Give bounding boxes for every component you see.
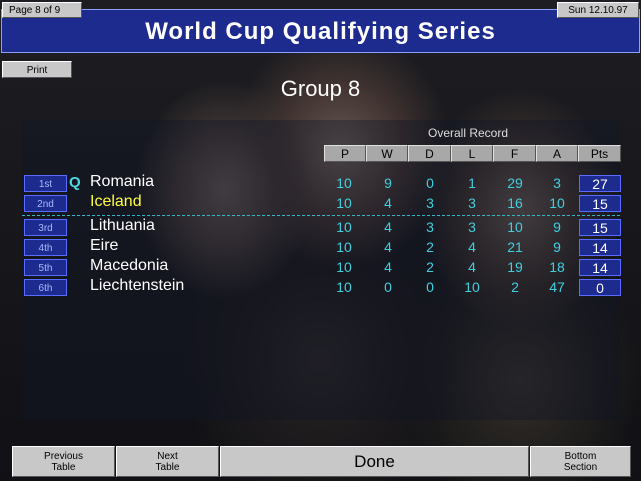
column-header-f: F: [493, 145, 536, 162]
stat-w: 4: [384, 195, 392, 211]
column-header-d: D: [408, 145, 451, 162]
stat-p: 10: [336, 219, 352, 235]
stat-p: 10: [336, 279, 352, 295]
position-badge[interactable]: 3rd: [24, 219, 67, 236]
stat-d: 3: [426, 219, 434, 235]
bottom-section-label-line1: Bottom: [564, 450, 597, 462]
stat-l: 1: [468, 175, 476, 191]
team-name[interactable]: Eire: [90, 237, 118, 255]
done-button[interactable]: Done: [220, 446, 529, 477]
page-title: World Cup Qualifying Series: [1, 9, 640, 53]
points-value: 14: [579, 239, 621, 256]
stat-w: 4: [384, 219, 392, 235]
points-value: 0: [579, 279, 621, 296]
stat-a: 9: [553, 239, 561, 255]
team-name[interactable]: Lithuania: [90, 217, 155, 235]
stat-a: 10: [549, 195, 565, 211]
stat-w: 9: [384, 175, 392, 191]
stat-w: 4: [384, 239, 392, 255]
next-table-button[interactable]: Next Table: [116, 446, 219, 477]
overall-record-caption: Overall Record: [428, 126, 509, 140]
stat-p: 10: [336, 195, 352, 211]
team-name[interactable]: Liechtenstein: [90, 277, 184, 295]
column-header-w: W: [366, 145, 408, 162]
group-title: Group 8: [280, 76, 361, 101]
column-header-a: A: [536, 145, 578, 162]
stat-f: 19: [507, 259, 523, 275]
team-name[interactable]: Iceland: [90, 193, 142, 211]
stat-a: 3: [553, 175, 561, 191]
position-badge[interactable]: 4th: [24, 239, 67, 256]
stat-a: 47: [549, 279, 565, 295]
qualified-marker: Q: [69, 174, 81, 191]
stat-a: 18: [549, 259, 565, 275]
stat-d: 3: [426, 195, 434, 211]
stat-f: 21: [507, 239, 523, 255]
stat-w: 4: [384, 259, 392, 275]
previous-table-label-line1: Previous: [44, 450, 83, 462]
column-header-pts: Pts: [578, 145, 621, 162]
stat-f: 10: [507, 219, 523, 235]
next-table-label-line1: Next: [157, 450, 178, 462]
bottom-section-button[interactable]: Bottom Section: [530, 446, 631, 477]
stat-p: 10: [336, 239, 352, 255]
column-header-l: L: [451, 145, 493, 162]
points-value: 15: [579, 195, 621, 212]
stat-w: 0: [384, 279, 392, 295]
stat-p: 10: [336, 259, 352, 275]
stat-l: 4: [468, 259, 476, 275]
position-badge[interactable]: 2nd: [24, 195, 67, 212]
stat-d: 0: [426, 175, 434, 191]
qualification-divider: [22, 215, 620, 216]
position-badge[interactable]: 5th: [24, 259, 67, 276]
date-display: Sun 12.10.97: [557, 2, 639, 18]
points-value: 27: [579, 175, 621, 192]
stat-l: 3: [468, 195, 476, 211]
previous-table-button[interactable]: Previous Table: [12, 446, 115, 477]
stat-a: 9: [553, 219, 561, 235]
stat-p: 10: [336, 175, 352, 191]
position-badge[interactable]: 1st: [24, 175, 67, 192]
page-indicator: Page 8 of 9: [2, 2, 82, 18]
bottom-section-label-line2: Section: [563, 461, 598, 473]
points-value: 15: [579, 219, 621, 236]
stat-l: 4: [468, 239, 476, 255]
points-value: 14: [579, 259, 621, 276]
stat-l: 3: [468, 219, 476, 235]
stat-d: 2: [426, 239, 434, 255]
stat-d: 0: [426, 279, 434, 295]
column-header-p: P: [324, 145, 366, 162]
next-table-label-line2: Table: [155, 461, 180, 473]
stat-f: 2: [511, 279, 519, 295]
stat-l: 10: [464, 279, 480, 295]
stat-d: 2: [426, 259, 434, 275]
team-name[interactable]: Macedonia: [90, 257, 168, 275]
stat-f: 29: [507, 175, 523, 191]
stat-f: 16: [507, 195, 523, 211]
previous-table-label-line2: Table: [51, 461, 76, 473]
position-badge[interactable]: 6th: [24, 279, 67, 296]
team-name[interactable]: Romania: [90, 173, 154, 191]
